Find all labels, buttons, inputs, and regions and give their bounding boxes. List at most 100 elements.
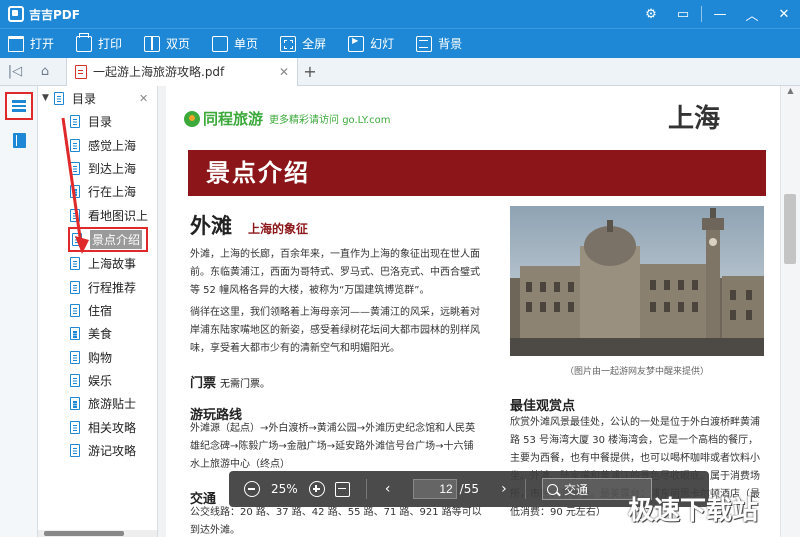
outline-horizontal-scrollbar[interactable]: [38, 530, 157, 537]
tab-bar: |◁ ⌂ 一起游上海旅游攻略.pdf ✕ +: [0, 57, 800, 86]
close-icon[interactable]: ✕: [768, 0, 800, 28]
outline-item[interactable]: 到达上海: [38, 157, 157, 180]
outline-item[interactable]: 感觉上海: [38, 133, 157, 156]
folder-icon: [8, 35, 24, 52]
transport-text: 公交线路：20 路、37 路、42 路、55 路、71 路、921 路等可以到达…: [190, 507, 482, 536]
outline-item[interactable]: 娱乐: [38, 369, 157, 392]
new-tab-button[interactable]: +: [298, 62, 322, 81]
fullscreen-button[interactable]: 全屏: [280, 35, 326, 52]
fullscreen-icon: [280, 35, 297, 52]
list-icon: [12, 100, 26, 112]
document-viewport[interactable]: 同程旅游 更多精彩请访问 go.LY.com 上海 景点介绍 外滩 上海的象征 …: [158, 86, 800, 537]
app-logo-icon: [8, 6, 24, 22]
ticket-value: 无需门票。: [220, 379, 271, 390]
page-number-input[interactable]: [412, 479, 457, 499]
slideshow-icon: [348, 35, 365, 52]
zoom-in-icon: [308, 481, 325, 497]
photo-caption: （图片由一起游网友梦中醒来提供）: [564, 367, 709, 377]
background-button[interactable]: 背景: [416, 35, 462, 52]
bookmark-panel-button[interactable]: [5, 126, 33, 154]
brand-slogan: 更多精彩请访问 go.LY.com: [269, 115, 391, 126]
page-icon: [70, 444, 80, 458]
page-icon: [70, 397, 80, 411]
zoom-out-icon: [244, 481, 260, 497]
watermark-text: 极速下载站: [628, 496, 759, 526]
tab-close-icon[interactable]: ✕: [279, 65, 289, 79]
outline-title: 目录: [72, 91, 97, 106]
settings-icon[interactable]: ⚙: [635, 0, 667, 28]
slideshow-button[interactable]: 幻灯: [348, 35, 394, 52]
outline-item[interactable]: 相关攻略: [38, 416, 157, 439]
next-page-icon[interactable]: ›: [493, 481, 515, 497]
attraction-subtitle: 上海的象征: [248, 222, 309, 236]
page-icon: [70, 115, 80, 129]
page-icon: [72, 232, 82, 246]
double-page-icon: [144, 35, 161, 52]
sidebar-toggle-icon[interactable]: |◁: [0, 58, 30, 86]
scrollbar-thumb[interactable]: [784, 194, 796, 264]
tab-label: 一起游上海旅游攻略.pdf: [93, 65, 225, 79]
outline-item[interactable]: 上海故事: [38, 252, 157, 275]
outline-item[interactable]: 游记攻略: [38, 439, 157, 462]
route-text: 外滩源（起点）→外白渡桥→黄浦公园→外滩历史纪念馆和人民英雄纪念碑→陈毅广场→金…: [190, 423, 476, 470]
ticket-section: 门票 无需门票。: [190, 372, 270, 391]
outline-item[interactable]: 看地图识上: [38, 204, 157, 227]
outline-item[interactable]: 行程推荐: [38, 275, 157, 298]
outline-item[interactable]: 旅游贴士: [38, 392, 157, 415]
page-icon: [70, 208, 80, 222]
outline-item[interactable]: 购物: [38, 346, 157, 369]
best-view-title: 最佳观赏点: [510, 399, 576, 414]
search-icon: [546, 483, 558, 495]
outline-header[interactable]: ▼ 目录 ✕: [38, 86, 157, 110]
second-paragraph: 徜徉在这里，我们领略着上海母亲河——黄浦江的风采，远眺着对岸浦东陆家嘴地区的新姿…: [190, 307, 480, 354]
single-page-icon: [212, 35, 229, 52]
search-text: 交通: [563, 482, 588, 497]
home-icon[interactable]: ⌂: [30, 58, 60, 86]
minimize-icon[interactable]: —: [704, 0, 736, 28]
caret-down-icon[interactable]: ▼: [42, 93, 54, 103]
open-button[interactable]: 打开: [8, 35, 54, 52]
outline-item[interactable]: 住宿: [38, 299, 157, 322]
fit-width-icon: [335, 481, 351, 497]
outline-list: 目录 感觉上海 到达上海 行在上海 看地图识上 景点介绍 上海故事 行程推荐 住…: [38, 110, 157, 462]
page-total: /55: [459, 482, 479, 496]
outline-item[interactable]: 行在上海: [38, 180, 157, 203]
background-icon: [416, 35, 433, 52]
city-title: 上海: [668, 104, 721, 134]
page-icon: [70, 350, 80, 364]
left-rail: [0, 86, 38, 537]
outline-panel: ▼ 目录 ✕ 目录 感觉上海 到达上海 行在上海 看地图识上 景点介绍 上海故事…: [38, 86, 158, 537]
print-button[interactable]: 打印: [76, 32, 122, 52]
page-icon: [70, 138, 80, 152]
outline-item-selected[interactable]: 景点介绍: [68, 226, 148, 252]
brand-header: 同程旅游 更多精彩请访问 go.LY.com: [184, 108, 391, 129]
section-banner: 景点介绍: [188, 150, 766, 196]
brand-logo-icon: [184, 110, 200, 127]
outline-item[interactable]: 美食: [38, 322, 157, 345]
zoom-out-button[interactable]: [239, 476, 265, 502]
previous-page-icon[interactable]: ‹: [377, 481, 399, 497]
scroll-up-icon[interactable]: ▲: [781, 86, 800, 102]
app-logo: 吉吉PDF: [0, 6, 80, 23]
tab-document[interactable]: 一起游上海旅游攻略.pdf ✕: [66, 57, 298, 86]
zoom-in-button[interactable]: [304, 476, 330, 502]
page-icon: [70, 420, 80, 434]
page-icon: [70, 257, 80, 271]
single-page-button[interactable]: 单页: [212, 35, 258, 52]
zoom-level[interactable]: 25%: [271, 482, 298, 496]
page-icon: [70, 374, 80, 388]
outline-panel-button[interactable]: [5, 92, 33, 120]
title-bar: 吉吉PDF ⚙ ▭ — ︿ ✕: [0, 0, 800, 28]
collapse-icon[interactable]: ︿: [736, 0, 768, 28]
outline-close-icon[interactable]: ✕: [139, 92, 157, 105]
feedback-icon[interactable]: ▭: [667, 0, 699, 28]
attraction-name: 外滩: [190, 214, 232, 238]
printer-icon: [76, 32, 93, 52]
page-icon: [70, 327, 80, 341]
page-icon: [54, 91, 64, 105]
page-icon: [70, 303, 80, 317]
outline-item[interactable]: 目录: [38, 110, 157, 133]
vertical-scrollbar[interactable]: ▲: [780, 86, 800, 537]
double-page-button[interactable]: 双页: [144, 35, 190, 52]
fit-page-button[interactable]: [330, 476, 356, 502]
